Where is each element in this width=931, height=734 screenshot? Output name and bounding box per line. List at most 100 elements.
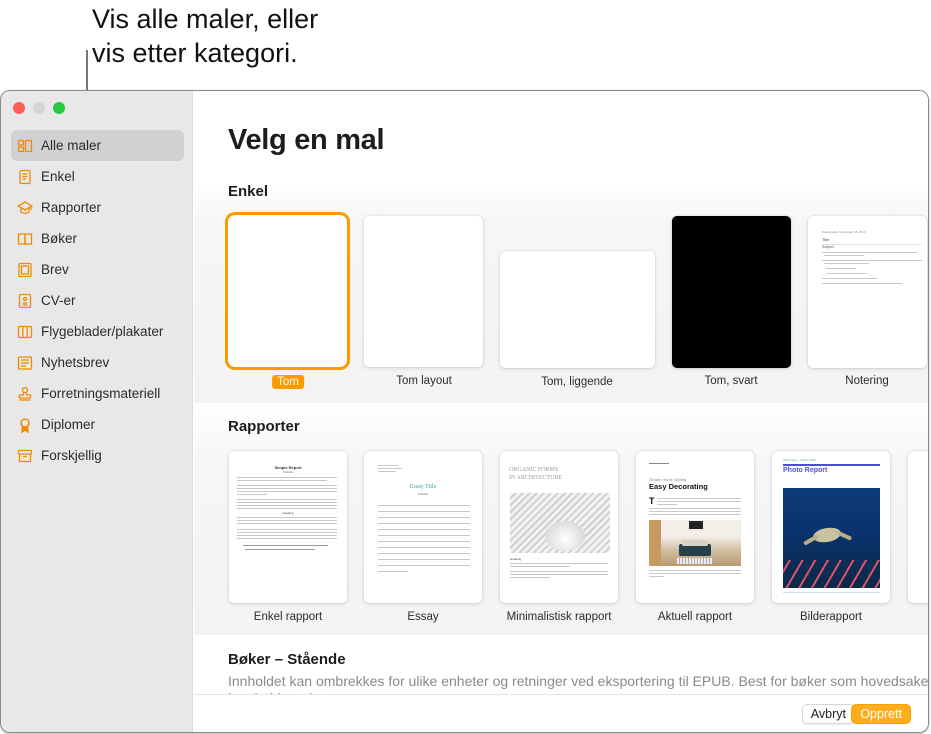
sidebar-item-flygeblader[interactable]: Flygeblader/plakater <box>11 316 184 347</box>
preview-text-line <box>237 480 327 481</box>
template-label: Enkel rapport <box>253 611 323 623</box>
sidebar-item-diplomer[interactable]: Diplomer <box>11 409 184 440</box>
preview-text-line <box>657 501 741 502</box>
sidebar-item-label: Diplomer <box>41 417 96 432</box>
sidebar-item-rapporter[interactable]: Rapporter <box>11 192 184 223</box>
template-next-partial[interactable] <box>908 451 928 603</box>
preview-title: Easy Decorating <box>649 482 708 491</box>
preview-text-line <box>237 517 337 518</box>
preview-text-line <box>237 499 337 500</box>
preview-text-line <box>378 517 470 518</box>
template-label: Essay <box>407 611 439 623</box>
template-tom[interactable] <box>228 215 347 367</box>
template-aktuell-rapport[interactable]: Simple Home Styling Easy Decorating T <box>636 451 754 603</box>
preview-text-line <box>237 538 337 539</box>
ribbon-icon <box>17 417 33 433</box>
sidebar-item-label: Rapporter <box>41 200 102 215</box>
grid-icon <box>17 138 33 154</box>
section-title: Bøker – Stående <box>228 651 346 668</box>
preview-text-line <box>237 523 337 524</box>
template-essay[interactable]: Essay Title Subtitle <box>364 451 482 603</box>
preview-text-line <box>378 465 398 466</box>
sidebar-item-brev[interactable]: Brev <box>11 254 184 285</box>
document-icon <box>17 169 33 185</box>
preview-text-line <box>378 541 470 542</box>
template-tom-liggende[interactable] <box>500 251 655 368</box>
sidebar-item-nyhetsbrev[interactable]: Nyhetsbrev <box>11 347 184 378</box>
template-scroll-area[interactable]: Velg en mal Enkel Tom Tom layout Tom, li… <box>194 91 928 694</box>
section-title: Rapporter <box>228 418 300 435</box>
preview-quote-line <box>245 549 315 550</box>
preview-text-line <box>822 278 877 279</box>
preview-heading: Heading <box>282 511 294 515</box>
preview-text-line <box>510 566 570 567</box>
close-button[interactable] <box>13 102 25 114</box>
page-title: Velg en mal <box>228 124 385 156</box>
preview-byline: Author Name – April 14, 2022 <box>783 459 816 462</box>
template-label: Tom layout <box>396 375 452 387</box>
sidebar-item-boker[interactable]: Bøker <box>11 223 184 254</box>
preview-text-line <box>649 570 741 571</box>
template-tom-layout[interactable] <box>364 216 483 367</box>
book-icon <box>17 231 33 247</box>
preview-date: Wednesday, December 18, 2019 <box>822 230 866 234</box>
preview-text-line <box>378 535 470 536</box>
template-label: Minimalistisk rapport <box>506 611 612 623</box>
preview-text-line <box>822 252 917 253</box>
preview-text-line <box>378 559 470 560</box>
preview-text-line <box>237 485 337 486</box>
preview-text-line <box>237 488 337 489</box>
minimize-button[interactable] <box>33 102 45 114</box>
preview-title-line-1: ORGANIC FORMS <box>509 467 559 473</box>
section-enkel: Enkel Tom Tom layout Tom, liggende Tom, … <box>194 181 928 403</box>
stamp-icon <box>17 386 33 402</box>
preview-text-line <box>657 498 741 499</box>
sidebar-item-cv-er[interactable]: CV-er <box>11 285 184 316</box>
zoom-button[interactable] <box>53 102 65 114</box>
newsletter-icon <box>17 355 33 371</box>
template-label: Aktuell rapport <box>657 611 733 623</box>
sidebar-item-forskjellig[interactable]: Forskjellig <box>11 440 184 471</box>
template-label: Tom, svart <box>704 375 758 387</box>
preview-heading: Heading <box>510 557 522 561</box>
preview-text-line <box>649 511 741 512</box>
preview-title-line-2: IN ARCHITECTURE <box>509 475 563 481</box>
preview-text-line <box>824 255 864 256</box>
category-list: Alle maler Enkel Rapporter Bøker Brev CV… <box>11 130 184 471</box>
preview-text-line <box>378 471 396 472</box>
preview-text-line <box>237 532 337 533</box>
template-label: Notering <box>845 375 889 387</box>
create-button[interactable]: Opprett <box>851 704 911 724</box>
sidebar-item-label: Alle maler <box>41 138 102 153</box>
preview-rule <box>783 464 880 466</box>
preview-architecture-image <box>510 493 610 553</box>
cancel-button[interactable]: Avbryt <box>801 704 855 724</box>
preview-text-line <box>378 553 470 554</box>
template-enkel-rapport[interactable]: Simple Report Subtitle Heading <box>229 451 347 603</box>
preview-text-line <box>378 468 402 469</box>
template-label: Bilderapport <box>799 611 863 623</box>
template-bilderapport[interactable]: Author Name – April 14, 2022 Photo Repor… <box>772 451 890 603</box>
preview-text-line <box>510 571 608 572</box>
preview-text-line <box>237 535 337 536</box>
template-minimalistisk-rapport[interactable]: ORGANIC FORMS IN ARCHITECTURE Heading <box>500 451 618 603</box>
template-notering[interactable]: Wednesday, December 18, 2019 Title Subje… <box>808 216 927 368</box>
sidebar-item-forretningsmateriell[interactable]: Forretningsmateriell <box>11 378 184 409</box>
preview-text-line <box>378 565 470 566</box>
template-tom-svart[interactable] <box>672 216 791 368</box>
preview-text-line <box>237 520 337 521</box>
sidebar-item-enkel[interactable]: Enkel <box>11 161 184 192</box>
sidebar-item-label: Forretningsmateriell <box>41 386 161 401</box>
resume-icon <box>17 293 33 309</box>
sidebar-item-label: Brev <box>41 262 69 277</box>
flyer-icon <box>17 324 33 340</box>
preview-text-line <box>510 577 550 578</box>
preview-text-line <box>649 463 669 464</box>
section-description: Innholdet kan ombrekkes for ulike enhete… <box>228 673 928 689</box>
preview-text-line <box>237 491 337 492</box>
preview-title: ORGANIC FORMS IN ARCHITECTURE <box>509 466 562 482</box>
sidebar-item-alle-maler[interactable]: Alle maler <box>11 130 184 161</box>
preview-text-line <box>826 268 856 269</box>
preview-text-line <box>378 505 470 506</box>
preview-text-line <box>510 563 608 564</box>
